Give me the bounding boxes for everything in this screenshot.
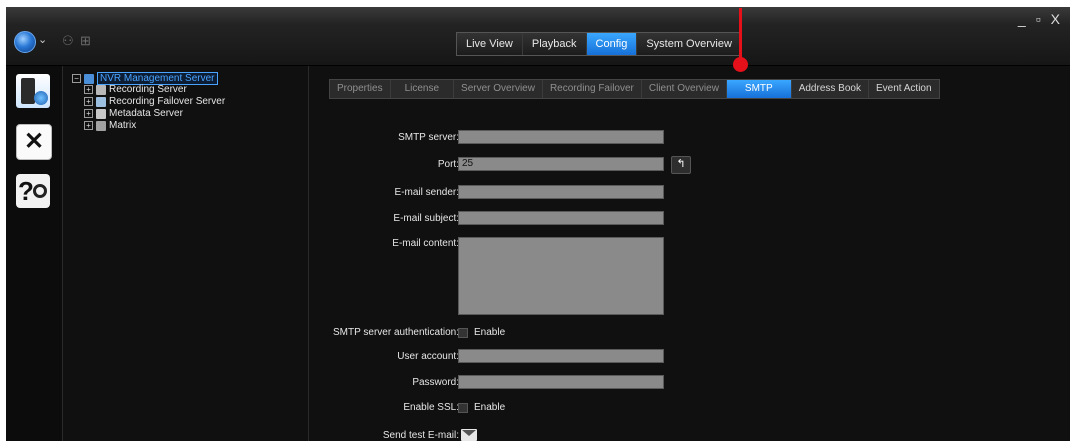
email-content-textarea[interactable] — [458, 237, 664, 315]
network-icon[interactable]: ⚇ — [62, 33, 74, 49]
server-icon — [84, 73, 94, 84]
tab-config[interactable]: Config — [586, 33, 638, 55]
collapse-icon[interactable]: − — [72, 74, 81, 83]
tree-item-metadata-server[interactable]: + Metadata Server — [84, 108, 183, 119]
email-sender-label: E-mail sender: — [394, 187, 459, 198]
title-bar: _ ▫ X ⌄ ⚇ ⊞ Live View Playback Config Sy… — [6, 7, 1070, 66]
tree-item-recording-failover-server[interactable]: + Recording Failover Server — [84, 96, 225, 107]
smtp-server-input[interactable] — [458, 130, 664, 144]
globe-menu-icon[interactable] — [14, 31, 36, 53]
tree-item-matrix[interactable]: + Matrix — [84, 120, 136, 131]
tab-playback[interactable]: Playback — [522, 33, 587, 55]
annotation-arrow-line — [739, 8, 742, 62]
close-button[interactable]: X — [1051, 11, 1060, 27]
port-input[interactable]: 25 — [458, 157, 664, 171]
smtp-server-label: SMTP server: — [398, 132, 459, 143]
expand-icon[interactable]: + — [84, 97, 93, 106]
user-account-label: User account: — [397, 351, 459, 362]
ssl-toggle: Enable — [458, 402, 505, 413]
port-label: Port: — [437, 159, 459, 170]
smtp-auth-toggle: Enable — [458, 327, 505, 338]
chevron-down-icon[interactable]: ⌄ — [38, 33, 47, 46]
enable-ssl-label: Enable SSL: — [403, 402, 459, 413]
restore-button[interactable]: ▫ — [1036, 11, 1041, 27]
tree-item-label: Metadata Server — [109, 108, 183, 119]
undo-arrow-icon: ↰ — [676, 158, 686, 170]
email-content-label: E-mail content: — [392, 238, 459, 249]
tab-smtp[interactable]: SMTP — [726, 80, 792, 98]
tab-event-action[interactable]: Event Action — [869, 80, 939, 98]
config-content: Properties License Server Overview Recor… — [309, 66, 1070, 441]
email-sender-input[interactable] — [458, 185, 664, 199]
email-subject-input[interactable] — [458, 211, 664, 225]
reset-port-button[interactable]: ↰ — [671, 156, 691, 174]
failover-server-icon — [96, 96, 106, 107]
email-subject-label: E-mail subject: — [393, 213, 459, 224]
metadata-server-icon — [96, 108, 106, 119]
nvr-app-window: _ ▫ X ⌄ ⚇ ⊞ Live View Playback Config Sy… — [6, 7, 1070, 441]
send-test-email-label: Send test E-mail: — [382, 430, 459, 441]
left-icon-bar: ✕ ? — [6, 66, 63, 441]
expand-icon[interactable]: + — [84, 109, 93, 118]
recording-server-icon — [96, 84, 106, 95]
annotation-arrow-dot — [733, 57, 748, 72]
ssl-enable-label: Enable — [474, 402, 506, 413]
layout-icon[interactable]: ⊞ — [80, 33, 91, 49]
tools-icon[interactable]: ✕ — [16, 124, 52, 160]
server-config-icon[interactable] — [16, 74, 50, 108]
tab-system-overview[interactable]: System Overview — [637, 33, 741, 55]
user-account-input[interactable] — [458, 349, 664, 363]
main-tabs: Live View Playback Config System Overvie… — [456, 32, 742, 56]
server-tree: − NVR Management Server + Recording Serv… — [63, 66, 309, 441]
smtp-form: SMTP server: Port: 25 ↰ E-mail sender: E… — [309, 66, 729, 441]
minimize-button[interactable]: _ — [1018, 11, 1026, 27]
smtp-auth-label: SMTP server authentication: — [333, 327, 459, 338]
help-icon[interactable]: ? — [16, 174, 50, 208]
password-input[interactable] — [458, 375, 664, 389]
expand-icon[interactable]: + — [84, 121, 93, 130]
ssl-checkbox[interactable] — [458, 402, 468, 413]
expand-icon[interactable]: + — [84, 85, 93, 94]
window-controls: _ ▫ X — [1018, 11, 1060, 27]
tab-address-book[interactable]: Address Book — [792, 80, 869, 98]
envelope-icon[interactable] — [461, 429, 477, 441]
smtp-auth-checkbox[interactable] — [458, 327, 468, 338]
smtp-auth-enable-label: Enable — [474, 327, 506, 338]
tree-item-label: Matrix — [109, 120, 137, 131]
tree-item-label: Recording Server — [109, 84, 187, 95]
tree-item-label: Recording Failover Server — [109, 96, 226, 107]
password-label: Password: — [412, 377, 459, 388]
tree-item-recording-server[interactable]: + Recording Server — [84, 84, 187, 95]
tab-live-view[interactable]: Live View — [457, 33, 523, 55]
matrix-icon — [96, 120, 106, 131]
